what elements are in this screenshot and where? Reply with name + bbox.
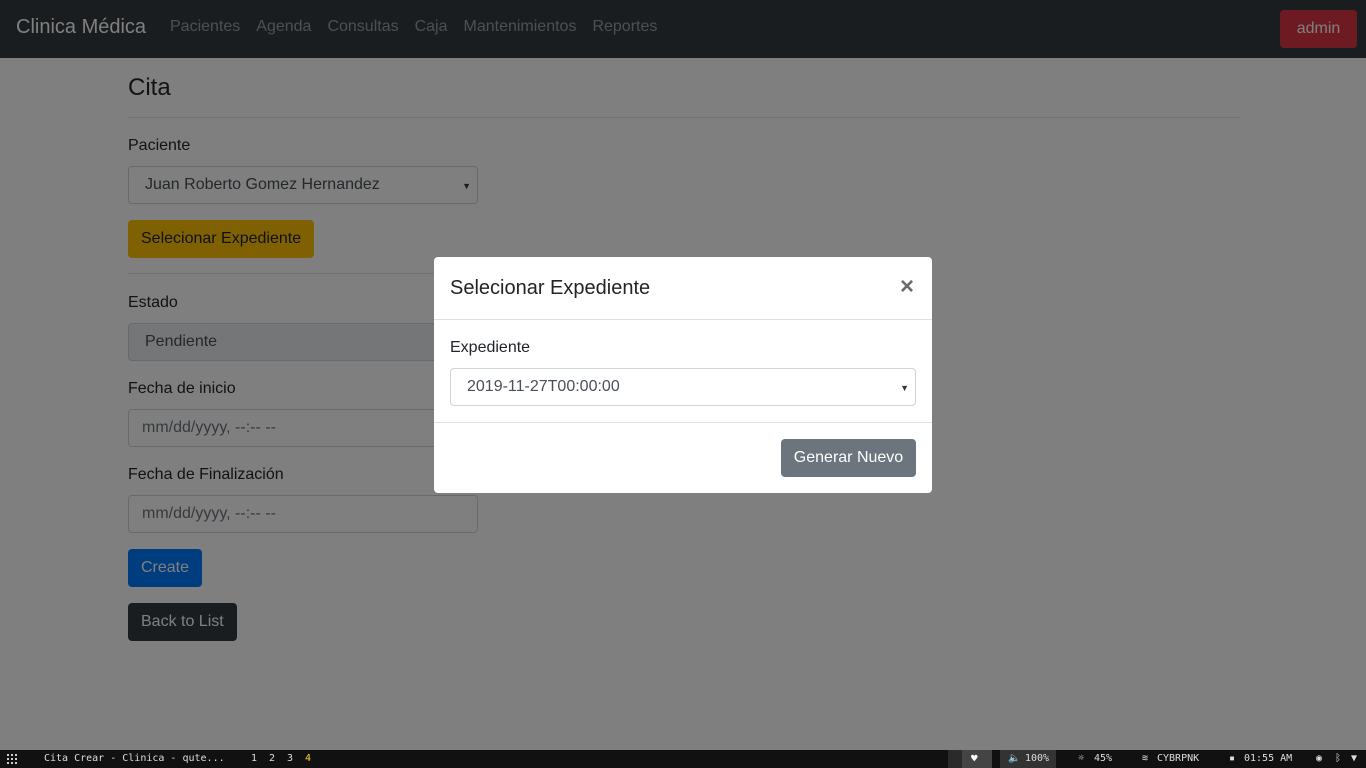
workspace-4[interactable]: 4 <box>305 753 311 764</box>
chevron-down-icon: ▼ <box>900 383 909 393</box>
workspace-3[interactable]: 3 <box>287 753 293 764</box>
clock: 01:55 AM <box>1244 753 1293 764</box>
select-expediente-modal: Selecionar Expediente × Expediente 2019-… <box>434 257 932 493</box>
volume-level: 100% <box>1025 753 1050 764</box>
heart-icon: ♥ <box>971 752 978 765</box>
bluetooth-icon[interactable]: ᛒ <box>1335 753 1341 764</box>
expediente-label: Expediente <box>450 339 531 356</box>
network-name: CYBRPNK <box>1157 753 1200 764</box>
modal-header: Selecionar Expediente × <box>434 257 932 320</box>
apps-grid-icon[interactable] <box>6 753 18 765</box>
calendar-icon: ▪ <box>1229 753 1236 764</box>
generar-nuevo-button[interactable]: Generar Nuevo <box>781 439 916 477</box>
steam-icon[interactable]: ◉ <box>1316 753 1322 764</box>
workspace-1[interactable]: 1 <box>251 753 257 764</box>
expediente-select-value: 2019-11-27T00:00:00 <box>467 378 620 395</box>
taskbar-heart-block: ♥ <box>962 750 992 768</box>
active-window-title[interactable]: Cita Crear - Clinica - qute... <box>44 753 225 764</box>
taskbar-separator <box>948 750 962 768</box>
wifi-icon: ≋ <box>1142 753 1149 764</box>
brightness-icon: ☼ <box>1078 753 1085 764</box>
modal-footer-divider <box>434 422 932 423</box>
volume-block[interactable]: 🔈 100% <box>1000 750 1056 768</box>
workspace-2[interactable]: 2 <box>269 753 275 764</box>
close-icon[interactable]: × <box>900 273 914 301</box>
brightness-level: 45% <box>1094 753 1113 764</box>
speaker-icon: 🔈 <box>1008 753 1021 764</box>
modal-title: Selecionar Expediente <box>450 277 651 299</box>
wifi-signal-icon[interactable]: ▼ <box>1351 753 1357 764</box>
system-taskbar: Cita Crear - Clinica - qute... 1 2 3 4 ♥… <box>0 750 1366 768</box>
expediente-select[interactable]: 2019-11-27T00:00:00 ▼ <box>450 368 916 406</box>
